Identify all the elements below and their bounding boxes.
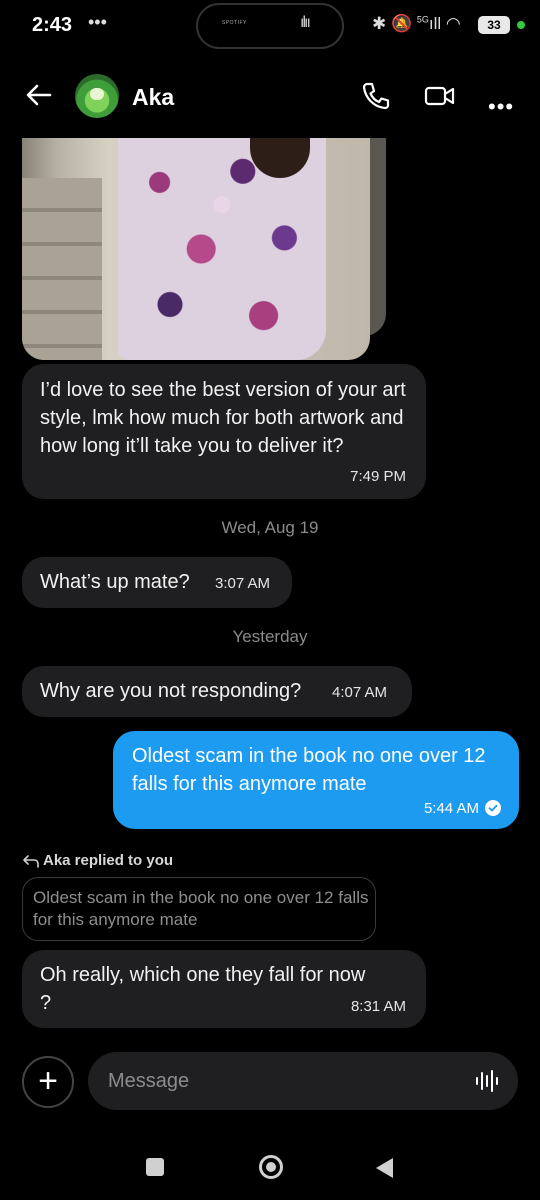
image-message[interactable] [22,138,370,360]
message-input[interactable] [108,1068,438,1094]
voice-icon[interactable] [474,1068,500,1094]
phone-icon[interactable] [360,80,392,112]
add-attachment-button[interactable]: + [22,1056,74,1108]
avatar-detail [90,88,104,100]
message-text: Oh really, which one they fall for now ? [40,964,366,1014]
audio-wave-icon: ılıı [300,14,311,31]
signal-icon: ıll [428,14,442,33]
more-icon[interactable]: ••• [488,94,514,120]
video-camera-icon[interactable] [424,82,456,110]
status-notification-icons: ••• [88,12,107,32]
message-time: 5:44 AM [423,800,479,817]
status-time: 2:43 [32,14,73,36]
reply-label: Aka replied to you [43,852,174,869]
message-text: I’d love to see the best version of your… [40,379,406,457]
message-time: 8:31 AM [350,998,406,1015]
status-icons: ✱ 🔕 5Gıll ◠ [372,14,461,34]
nav-back-button[interactable] [373,1156,395,1180]
signal-type-label: 5G [416,14,429,25]
dynamic-island [196,3,344,49]
message-bubble-incoming[interactable]: I’d love to see the best version of your… [22,364,426,499]
message-composer[interactable] [88,1052,518,1110]
message-bubble-incoming[interactable]: Why are you not responding? 4:07 AM [22,666,412,717]
read-check-icon [485,800,501,816]
message-time: 4:07 AM [332,684,388,701]
plus-icon: + [38,1062,58,1100]
home-button[interactable] [258,1154,284,1180]
back-arrow-icon[interactable] [24,80,54,110]
date-separator: Yesterday [232,627,308,646]
reply-icon [23,855,39,868]
message-time: 7:49 PM [350,468,406,485]
message-bubble-incoming[interactable]: Oh really, which one they fall for now ?… [22,950,426,1028]
reply-quote[interactable]: Oldest scam in the book no one over 12 f… [22,877,376,941]
message-text: What’s up mate? [40,571,190,593]
message-time: 3:07 AM [215,575,271,592]
contact-name[interactable]: Aka [132,84,174,111]
battery-indicator: 33 [478,16,510,34]
wifi-icon: ◠ [445,14,461,33]
bluetooth-icon: ✱ [372,14,387,33]
date-separator: Wed, Aug 19 [221,518,319,537]
message-bubble-outgoing[interactable]: Oldest scam in the book no one over 12 f… [113,731,519,829]
message-bubble-incoming[interactable]: What’s up mate? 3:07 AM [22,557,292,608]
recent-apps-button[interactable] [146,1158,164,1176]
mute-icon: 🔕 [390,14,413,33]
message-text: Why are you not responding? [40,680,302,702]
island-label: SPOTIFY [222,20,247,26]
reply-quote-text: Oldest scam in the book no one over 12 f… [33,888,369,929]
message-text: Oldest scam in the book no one over 12 f… [132,745,486,795]
privacy-dot [517,21,525,29]
image-stairs [22,178,102,360]
